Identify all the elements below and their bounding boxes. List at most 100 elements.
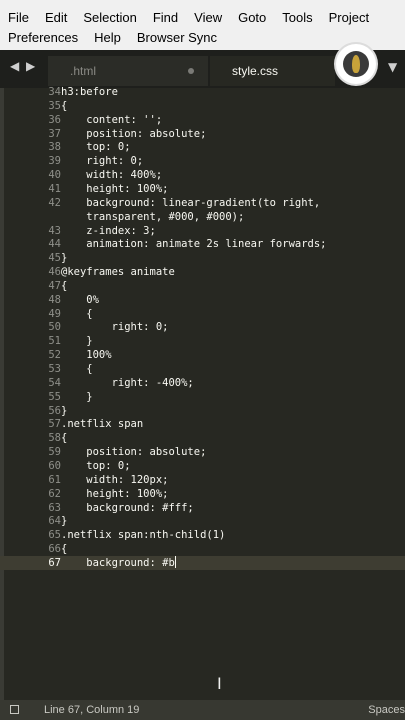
tab-style-css[interactable]: style.css bbox=[210, 56, 335, 86]
code-text: top: 0; bbox=[61, 459, 131, 472]
menu-preferences[interactable]: Preferences bbox=[0, 28, 86, 48]
line-number: 59 bbox=[48, 446, 61, 459]
code-text: background: #b bbox=[61, 555, 176, 569]
tab-html[interactable]: .html bbox=[48, 56, 208, 86]
line-number: 35 bbox=[48, 99, 61, 112]
menu-help[interactable]: Help bbox=[86, 28, 129, 48]
code-line[interactable]: 62 height: 100%; bbox=[0, 487, 405, 501]
line-number: 52 bbox=[48, 349, 61, 362]
menu-edit[interactable]: Edit bbox=[37, 8, 75, 28]
code-line[interactable]: 59 position: absolute; bbox=[0, 445, 405, 459]
code-line[interactable]: 55 } bbox=[0, 390, 405, 404]
menu-bar: File Edit Selection Find View Goto Tools… bbox=[0, 0, 405, 50]
code-text: top: 0; bbox=[61, 141, 131, 154]
line-number: 38 bbox=[48, 141, 61, 154]
line-number: 43 bbox=[48, 224, 61, 237]
code-line[interactable]: 56} bbox=[0, 404, 405, 418]
code-text: right: 0; bbox=[61, 155, 144, 168]
logo-leaf-icon bbox=[352, 55, 360, 73]
unsaved-dot-icon[interactable] bbox=[188, 68, 194, 74]
line-number: 40 bbox=[48, 169, 61, 182]
code-line[interactable]: 47{ bbox=[0, 279, 405, 293]
code-line[interactable]: 61 width: 120px; bbox=[0, 473, 405, 487]
line-number: 37 bbox=[48, 127, 61, 140]
line-number: 51 bbox=[48, 335, 61, 348]
line-number: 36 bbox=[48, 113, 61, 126]
line-number: 44 bbox=[48, 238, 61, 251]
code-text: height: 100%; bbox=[61, 487, 169, 500]
menu-selection[interactable]: Selection bbox=[75, 8, 144, 28]
code-line[interactable]: 43 z-index: 3; bbox=[0, 224, 405, 238]
code-line[interactable]: transparent, #000, #000); bbox=[0, 210, 405, 224]
code-line[interactable]: 51 } bbox=[0, 334, 405, 348]
code-line[interactable]: 52 100% bbox=[0, 348, 405, 362]
code-line[interactable]: 48 0% bbox=[0, 293, 405, 307]
line-number: 45 bbox=[48, 252, 61, 265]
line-number: 62 bbox=[48, 487, 61, 500]
code-line[interactable]: 36 content: ''; bbox=[0, 113, 405, 127]
code-text: background: #fff; bbox=[61, 501, 194, 514]
cursor-position[interactable]: Line 67, Column 19 bbox=[44, 700, 139, 720]
tab-prev-icon[interactable]: ◀ bbox=[10, 59, 19, 73]
menu-row-2: Preferences Help Browser Sync bbox=[0, 28, 225, 48]
line-number: 61 bbox=[48, 473, 61, 486]
menu-goto[interactable]: Goto bbox=[230, 8, 274, 28]
menu-find[interactable]: Find bbox=[145, 8, 186, 28]
code-line[interactable]: 42 background: linear-gradient(to right, bbox=[0, 196, 405, 210]
code-line[interactable]: 65 .netflix span:nth-child(1) bbox=[0, 528, 405, 542]
tab-next-icon[interactable]: ▶ bbox=[26, 59, 35, 73]
code-text: } bbox=[61, 252, 68, 265]
code-line[interactable]: 34 h3:before bbox=[0, 85, 405, 99]
menu-tools[interactable]: Tools bbox=[274, 8, 320, 28]
code-line[interactable]: 35{ bbox=[0, 99, 405, 113]
tab-list-chevron-icon[interactable]: ▼ bbox=[388, 60, 397, 74]
code-text: } bbox=[61, 335, 93, 348]
menu-row-1: File Edit Selection Find View Goto Tools… bbox=[0, 8, 377, 28]
code-text: right: -400%; bbox=[61, 376, 194, 389]
line-number: 49 bbox=[48, 307, 61, 320]
line-number: 50 bbox=[48, 321, 61, 334]
code-text: h3:before bbox=[61, 86, 118, 98]
code-line[interactable]: 49 { bbox=[0, 307, 405, 321]
code-line[interactable]: 37 position: absolute; bbox=[0, 127, 405, 141]
code-line[interactable]: 63 background: #fff; bbox=[0, 501, 405, 515]
code-text: position: absolute; bbox=[61, 446, 207, 459]
line-number: 57 bbox=[48, 418, 61, 431]
line-number: 53 bbox=[48, 363, 61, 375]
menu-view[interactable]: View bbox=[186, 8, 230, 28]
menu-file[interactable]: File bbox=[0, 8, 37, 28]
code-line[interactable]: 67 background: #b bbox=[0, 555, 405, 570]
code-line[interactable]: 44 animation: animate 2s linear forwards… bbox=[0, 237, 405, 251]
code-text: } bbox=[61, 515, 68, 528]
code-line[interactable]: 39 right: 0; bbox=[0, 154, 405, 168]
code-line[interactable]: 50 right: 0; bbox=[0, 320, 405, 334]
code-line[interactable]: 40 width: 400%; bbox=[0, 168, 405, 182]
line-number: 67 bbox=[48, 556, 61, 569]
code-text: background: linear-gradient(to right, bbox=[61, 196, 321, 209]
panel-toggle-icon[interactable] bbox=[10, 705, 19, 714]
code-text: 0% bbox=[61, 293, 99, 306]
code-line[interactable]: 45} bbox=[0, 251, 405, 265]
line-number: 60 bbox=[48, 459, 61, 472]
code-line[interactable]: 54 right: -400%; bbox=[0, 376, 405, 390]
code-line[interactable]: 64} bbox=[0, 514, 405, 528]
code-line[interactable]: 41 height: 100%; bbox=[0, 182, 405, 196]
menu-project[interactable]: Project bbox=[321, 8, 377, 28]
mouse-ibeam-cursor-icon: I bbox=[217, 674, 222, 693]
indentation-setting[interactable]: Spaces bbox=[368, 700, 405, 720]
code-line[interactable]: 46 @keyframes animate bbox=[0, 265, 405, 279]
line-number: 46 bbox=[48, 266, 61, 279]
code-editor[interactable]: 34 h3:before 35{36 content: ''; 37 position… bbox=[0, 85, 405, 700]
code-line[interactable]: 60 top: 0; bbox=[0, 459, 405, 473]
code-line[interactable]: 57 .netflix span bbox=[0, 417, 405, 431]
text-caret bbox=[174, 555, 176, 568]
menu-browser-sync[interactable]: Browser Sync bbox=[129, 28, 225, 48]
code-line[interactable]: 58{ bbox=[0, 431, 405, 445]
line-number: 64 bbox=[48, 515, 61, 528]
code-text: height: 100%; bbox=[61, 182, 169, 195]
code-line[interactable]: 53 { bbox=[0, 362, 405, 376]
line-number: 42 bbox=[48, 196, 61, 209]
code-text: { bbox=[61, 432, 68, 445]
code-line[interactable]: 66{ bbox=[0, 542, 405, 556]
code-line[interactable]: 38 top: 0; bbox=[0, 140, 405, 154]
